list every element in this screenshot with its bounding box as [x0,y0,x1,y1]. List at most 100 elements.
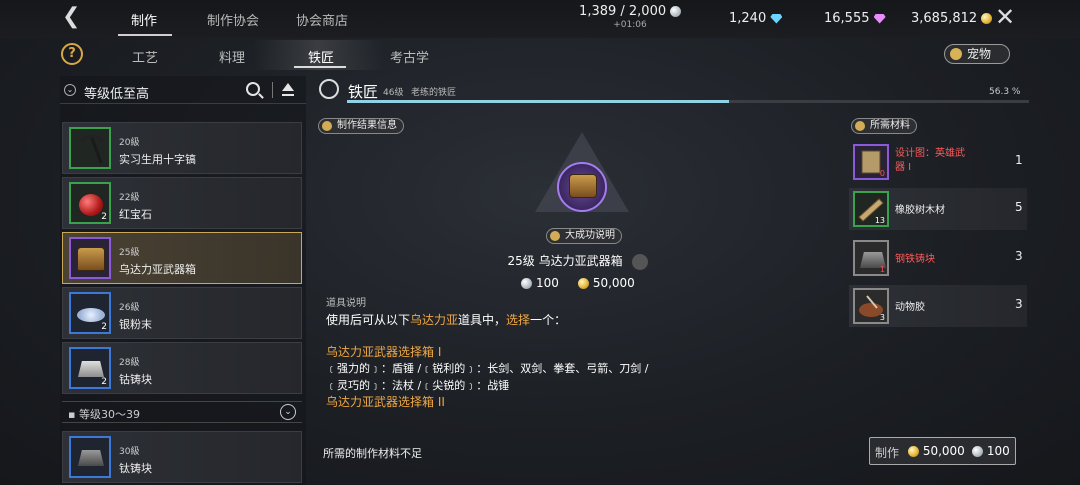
item-description: 使用后可从以下乌达力亚道具中，选择一个： 乌达力亚武器选择箱 I ﹝强力的﹞：盾… [326,312,648,410]
back-arrow-icon[interactable]: ❮ [62,6,86,30]
blue-gem-currency: 1,240 [729,11,783,26]
craft-rank: 老练的铁匠 [411,88,457,98]
sort-bar: ⌄ 等级低至高 [60,76,306,104]
item-emblem [535,132,629,212]
craft-button-label: 制作 [875,446,900,460]
item-count: 2 [101,322,107,332]
material-qty: 3 [1015,297,1023,311]
help-icon[interactable]: ? [61,43,83,65]
box-1-line-2: ﹝灵巧的﹞：法杖 /﹝尖锐的﹞：战锤 [326,379,510,392]
craft-progress-percent: 56.3 % [989,87,1021,97]
blue-gem-amount: 1,240 [729,11,767,26]
subtab-crafting[interactable]: 工艺 [132,47,158,66]
silver-cost: 100 [536,276,559,290]
box-1-line-1: ﹝强力的﹞：盾锤 /﹝锐利的﹞：长剑、双剑、拳套、弓箭、刀剑 / [326,362,649,375]
list-item[interactable]: 20級 实习生用十字镐 [62,122,302,174]
subtab-cooking[interactable]: 料理 [219,47,245,66]
chevron-down-icon[interactable]: ⌄ [64,84,76,96]
material-name: 橡胶树木材 [895,205,945,216]
list-item-selected[interactable]: 25級 乌达力亚武器箱 [62,232,302,284]
craft-level: 46级 [383,88,404,98]
pink-gem-icon [873,13,886,24]
item-name: 实习生用十字镐 [119,153,196,166]
ingot-icon [78,450,104,466]
desc-highlight: 乌达力亚 [410,313,459,327]
item-icon-frame [69,127,111,169]
success-info-button[interactable]: 大成功说明 [546,228,622,244]
material-row[interactable]: 1 钢铁铸块 3 [849,237,1027,279]
craft-silver-value: 100 [986,444,1010,458]
pin-icon[interactable] [632,253,649,270]
material-qty: 3 [1015,249,1023,263]
item-detail-panel: 大成功说明 25级 乌达力亚武器箱 100 50,000 道具说明 使用后可从以… [313,112,843,420]
material-owned: 0 [879,169,885,178]
craft-progress-fill [347,100,729,103]
craft-button[interactable]: 制作 50,000 100 [869,437,1016,465]
insufficient-materials-text: 所需的制作材料不足 [323,447,422,460]
subtab-blacksmith[interactable]: 铁匠 [308,47,334,66]
item-name: 银粉末 [119,318,152,331]
item-count: 2 [101,377,107,387]
material-owned: 13 [874,216,885,225]
desc-highlight: 选择 [506,313,531,327]
material-row[interactable]: 0 设计图：英雄武器 I 1 [849,141,1027,183]
weapon-chest-icon [569,174,597,198]
gold-currency: 3,685,812 [911,11,993,26]
material-icon-frame: 13 [853,191,889,227]
group-label-text: 等级30～39 [78,408,140,421]
energy-value: 1,389 / 2,000 [579,4,667,19]
subtab-archaeology[interactable]: 考古学 [390,47,429,66]
item-count: 2 [101,212,107,222]
tab-craft-association[interactable]: 制作协会 [207,10,259,29]
top-bar: ❮ 制作 制作协会 协会商店 1,389 / 2,000 +01:06 1,24… [0,0,1080,38]
info-icon [550,231,560,241]
sort-dropdown[interactable]: 等级低至高 [84,83,149,102]
tab-association-shop[interactable]: 协会商店 [296,10,348,29]
pink-gem-currency: 16,555 [824,11,886,26]
list-item[interactable]: 2 28級 钴铸块 [62,342,302,394]
desc-text: 道具中， [458,313,507,327]
pink-gem-amount: 16,555 [824,11,870,26]
gold-cost: 50,000 [592,276,635,290]
item-icon-frame: 2 [69,182,111,224]
material-owned: 1 [879,265,885,274]
item-level: 22級 [119,193,140,203]
pet-button[interactable]: 宠物 [944,44,1010,64]
weapon-chest-icon [77,247,105,271]
item-level: 30級 [119,447,140,457]
active-tab-underline [118,34,172,36]
material-icon-frame: 1 [853,240,889,276]
divider [272,82,273,98]
list-item[interactable]: 2 22級 红宝石 [62,177,302,229]
list-item[interactable]: 30級 钛铸块 [62,431,302,483]
energy-timer: +01:06 [613,20,647,30]
search-icon[interactable] [246,82,260,96]
group-header[interactable]: ▪ 等级30～39 ⌄ [62,401,302,423]
tab-craft[interactable]: 制作 [131,10,157,29]
material-icon-frame: 3 [853,288,889,324]
gold-coin-icon [577,278,589,289]
gold-coin-icon [908,446,919,457]
item-level: 25級 [119,248,140,258]
list-item[interactable]: 2 26級 银粉末 [62,287,302,339]
material-qty: 5 [1015,200,1023,214]
material-name: 设计图：英雄武器 I [895,148,965,173]
item-icon-frame [69,436,111,478]
sort-direction-icon[interactable] [282,83,294,97]
craft-gold-value: 50,000 [922,444,965,458]
cost-row: 100 50,000 [313,276,843,290]
success-info-label: 大成功说明 [565,230,615,241]
gold-coin-icon [981,13,993,24]
item-level: 20級 [119,138,140,148]
material-row[interactable]: 3 动物胶 3 [849,285,1027,327]
item-name: 钴铸块 [119,373,152,386]
item-name: 红宝石 [119,208,152,221]
silver-coin-icon [521,278,533,289]
desc-line-1: 使用后可从以下乌达力亚道具中，选择一个： [326,312,648,328]
group-label: ▪ 等级30～39 [68,408,140,421]
recipe-list-panel: ⌄ 等级低至高 20級 实习生用十字镐 2 22級 红宝石 25級 乌达力亚武器… [60,76,306,485]
chevron-down-icon[interactable]: ⌄ [280,404,296,420]
craft-header: 铁匠 46级 老练的铁匠 56.3 % [313,76,1031,104]
close-icon[interactable]: ✕ [995,5,1019,29]
material-row[interactable]: 13 橡胶树木材 5 [849,188,1027,230]
